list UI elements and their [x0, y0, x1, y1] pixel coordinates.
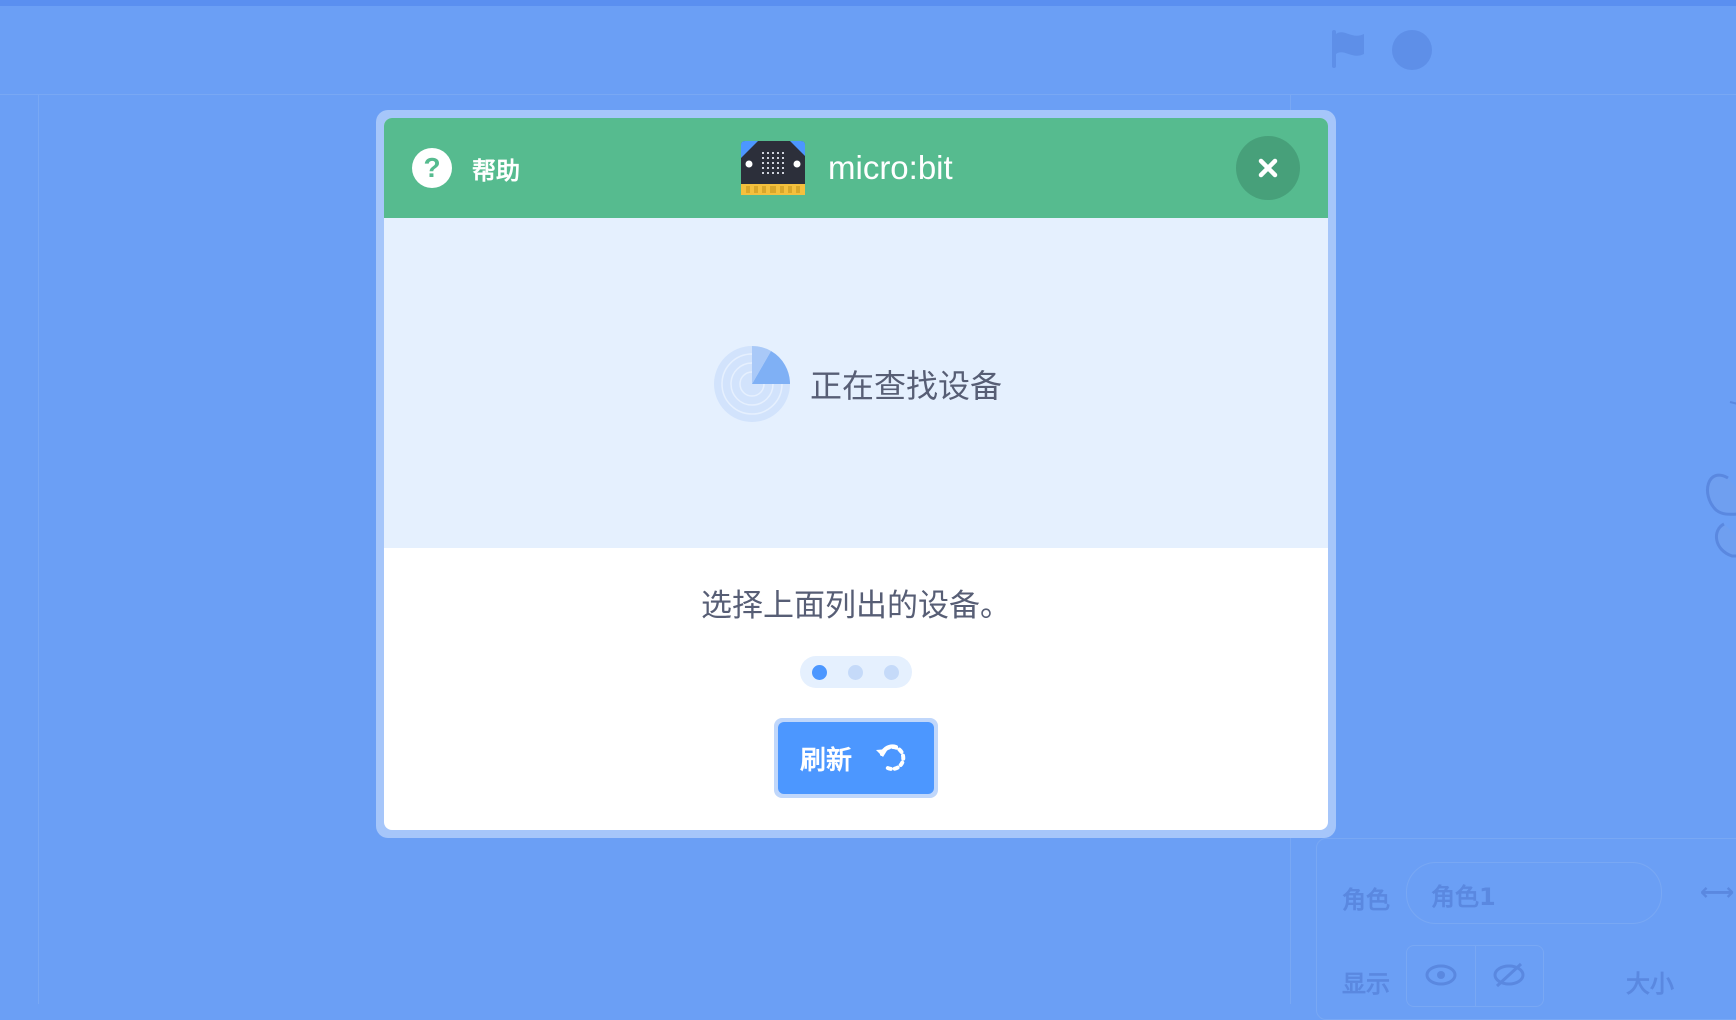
green-flag-icon[interactable]: [1328, 28, 1368, 68]
step-dot-active: [812, 665, 827, 680]
close-button[interactable]: [1236, 136, 1300, 200]
sprite-label: 角色: [1342, 886, 1390, 914]
eye-icon[interactable]: [1425, 962, 1457, 988]
app-toolbar: [0, 6, 1736, 95]
eye-hidden-icon[interactable]: [1493, 962, 1525, 988]
visibility-toggle[interactable]: [1406, 945, 1544, 1007]
step-dot: [848, 665, 863, 680]
connection-modal: ? 帮助 micro:bit 正在查找设备 选择上面列出的设备。 刷新: [384, 118, 1328, 830]
microbit-device-icon: [741, 141, 805, 195]
refresh-icon[interactable]: [874, 740, 910, 776]
modal-title: micro:bit: [828, 149, 953, 186]
step-indicator: [800, 656, 912, 688]
radar-icon: [714, 345, 791, 422]
help-button[interactable]: ? 帮助: [412, 148, 520, 188]
close-icon[interactable]: [1258, 158, 1278, 178]
help-icon[interactable]: ?: [412, 148, 452, 188]
scanning-label: 正在查找设备: [810, 367, 1003, 405]
help-label[interactable]: 帮助: [472, 151, 520, 186]
sprite-name-value: 角色1: [1431, 883, 1496, 911]
scanning-indicator: 正在查找设备: [712, 344, 1002, 424]
stop-icon[interactable]: [1392, 30, 1432, 70]
sprite-cat-partial: [1706, 401, 1736, 558]
modal-title-group: micro:bit: [740, 140, 953, 196]
sprite-name-field[interactable]: 角色1: [1406, 862, 1662, 924]
size-label: 大小: [1626, 970, 1674, 998]
refresh-label[interactable]: 刷新: [800, 740, 852, 777]
refresh-button[interactable]: 刷新: [774, 718, 938, 798]
instruction-text: 选择上面列出的设备。: [701, 588, 1011, 624]
x-position-icon: ⟷: [1700, 878, 1735, 906]
code-area-edge: [38, 95, 39, 1004]
step-dot: [884, 665, 899, 680]
device-scan-area: 正在查找设备: [384, 218, 1328, 548]
refresh-button-body[interactable]: 刷新: [778, 722, 934, 794]
show-label: 显示: [1342, 970, 1390, 998]
modal-header: ? 帮助 micro:bit: [384, 118, 1328, 218]
